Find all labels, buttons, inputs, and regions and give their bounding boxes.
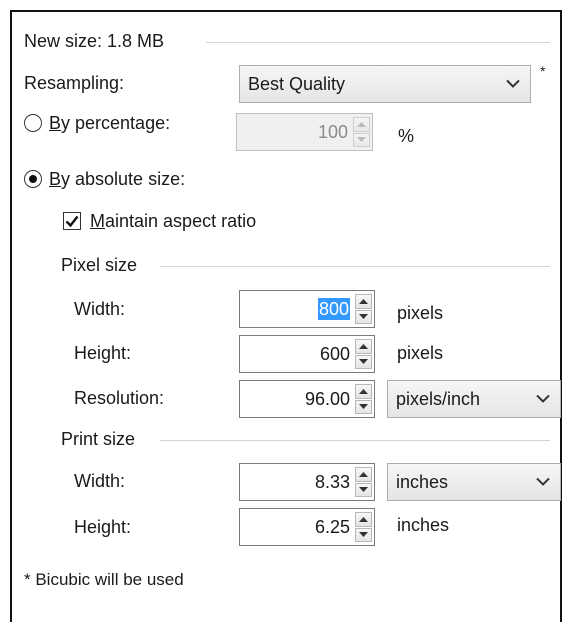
by-absolute-size-radio[interactable] xyxy=(24,170,42,188)
resolution-input[interactable]: 96.00 xyxy=(239,380,375,418)
new-size-label: New size: 1.8 MB xyxy=(24,31,165,51)
pixel-height-spinner[interactable] xyxy=(355,339,372,369)
bicubic-footnote: * Bicubic will be used xyxy=(24,570,184,589)
pixel-size-title: Pixel size xyxy=(61,255,138,275)
percentage-input[interactable]: 100 xyxy=(236,113,373,151)
maintain-aspect-label-text: aintain aspect ratio xyxy=(105,211,257,231)
resampling-asterisk: * xyxy=(540,63,546,79)
spin-up-icon[interactable] xyxy=(355,512,372,527)
chevron-down-icon xyxy=(506,79,520,88)
print-height-spinner[interactable] xyxy=(355,512,372,542)
print-height-label: Height: xyxy=(74,517,132,537)
resolution-unit-value: pixels/inch xyxy=(396,389,481,409)
radio-selected-dot xyxy=(29,175,37,183)
print-unit-value: inches xyxy=(396,472,449,492)
pixel-height-label: Height: xyxy=(74,343,132,363)
maintain-aspect-accesskey: M xyxy=(90,211,105,231)
by-percentage-accesskey: B xyxy=(49,113,62,133)
resampling-dropdown[interactable]: Best Quality xyxy=(239,65,531,103)
pixel-width-unit: pixels xyxy=(397,303,444,323)
print-height-input[interactable]: 6.25 xyxy=(239,508,375,546)
checkmark-icon xyxy=(65,215,79,228)
resolution-spinner[interactable] xyxy=(355,384,372,414)
pixel-width-value: 800 xyxy=(317,298,350,320)
percentage-value: 100 xyxy=(317,122,348,142)
percentage-unit: % xyxy=(398,126,415,146)
spin-down-icon[interactable] xyxy=(355,482,372,497)
new-size-divider xyxy=(206,42,550,43)
resampling-selected-value: Best Quality xyxy=(248,74,346,94)
print-height-unit: inches xyxy=(397,515,450,535)
maintain-aspect-label[interactable]: Maintain aspect ratio xyxy=(90,210,256,232)
maintain-aspect-checkbox[interactable] xyxy=(63,212,81,230)
chevron-down-icon xyxy=(536,394,550,403)
spin-up-icon[interactable] xyxy=(355,339,372,354)
chevron-down-icon xyxy=(536,477,550,486)
spin-down-icon[interactable] xyxy=(355,354,372,369)
percentage-spinner[interactable] xyxy=(353,117,370,147)
spin-up-icon[interactable] xyxy=(353,117,370,132)
print-size-divider xyxy=(160,440,550,441)
spin-down-icon[interactable] xyxy=(353,132,370,147)
pixel-width-input[interactable]: 800 xyxy=(239,290,375,328)
pixel-height-input[interactable]: 600 xyxy=(239,335,375,373)
print-height-value: 6.25 xyxy=(314,517,350,537)
pixel-size-divider xyxy=(160,266,550,267)
spin-up-icon[interactable] xyxy=(355,294,372,309)
by-absolute-label-text: y absolute size: xyxy=(61,169,186,189)
resolution-label: Resolution: xyxy=(74,388,165,408)
resolution-unit-dropdown[interactable]: pixels/inch xyxy=(387,380,561,418)
by-absolute-accesskey: B xyxy=(49,169,62,189)
pixel-width-label: Width: xyxy=(74,299,126,319)
print-width-spinner[interactable] xyxy=(355,467,372,497)
spin-up-icon[interactable] xyxy=(355,467,372,482)
by-absolute-size-label[interactable]: By absolute size: xyxy=(49,168,185,190)
by-percentage-radio[interactable] xyxy=(24,114,42,132)
spin-down-icon[interactable] xyxy=(355,527,372,542)
by-percentage-label-text: y percentage: xyxy=(61,113,171,133)
pixel-height-unit: pixels xyxy=(397,343,444,363)
resampling-label: Resampling: xyxy=(24,73,125,93)
pixel-width-spinner[interactable] xyxy=(355,294,372,324)
print-unit-dropdown[interactable]: inches xyxy=(387,463,561,501)
print-width-value: 8.33 xyxy=(314,472,350,492)
print-width-input[interactable]: 8.33 xyxy=(239,463,375,501)
by-percentage-label[interactable]: By percentage: xyxy=(49,112,170,134)
print-width-label: Width: xyxy=(74,471,126,491)
pixel-height-value: 600 xyxy=(319,344,350,364)
resolution-value: 96.00 xyxy=(304,389,350,409)
spin-down-icon[interactable] xyxy=(355,309,372,324)
spin-up-icon[interactable] xyxy=(355,384,372,399)
print-size-title: Print size xyxy=(61,429,136,449)
spin-down-icon[interactable] xyxy=(355,399,372,414)
